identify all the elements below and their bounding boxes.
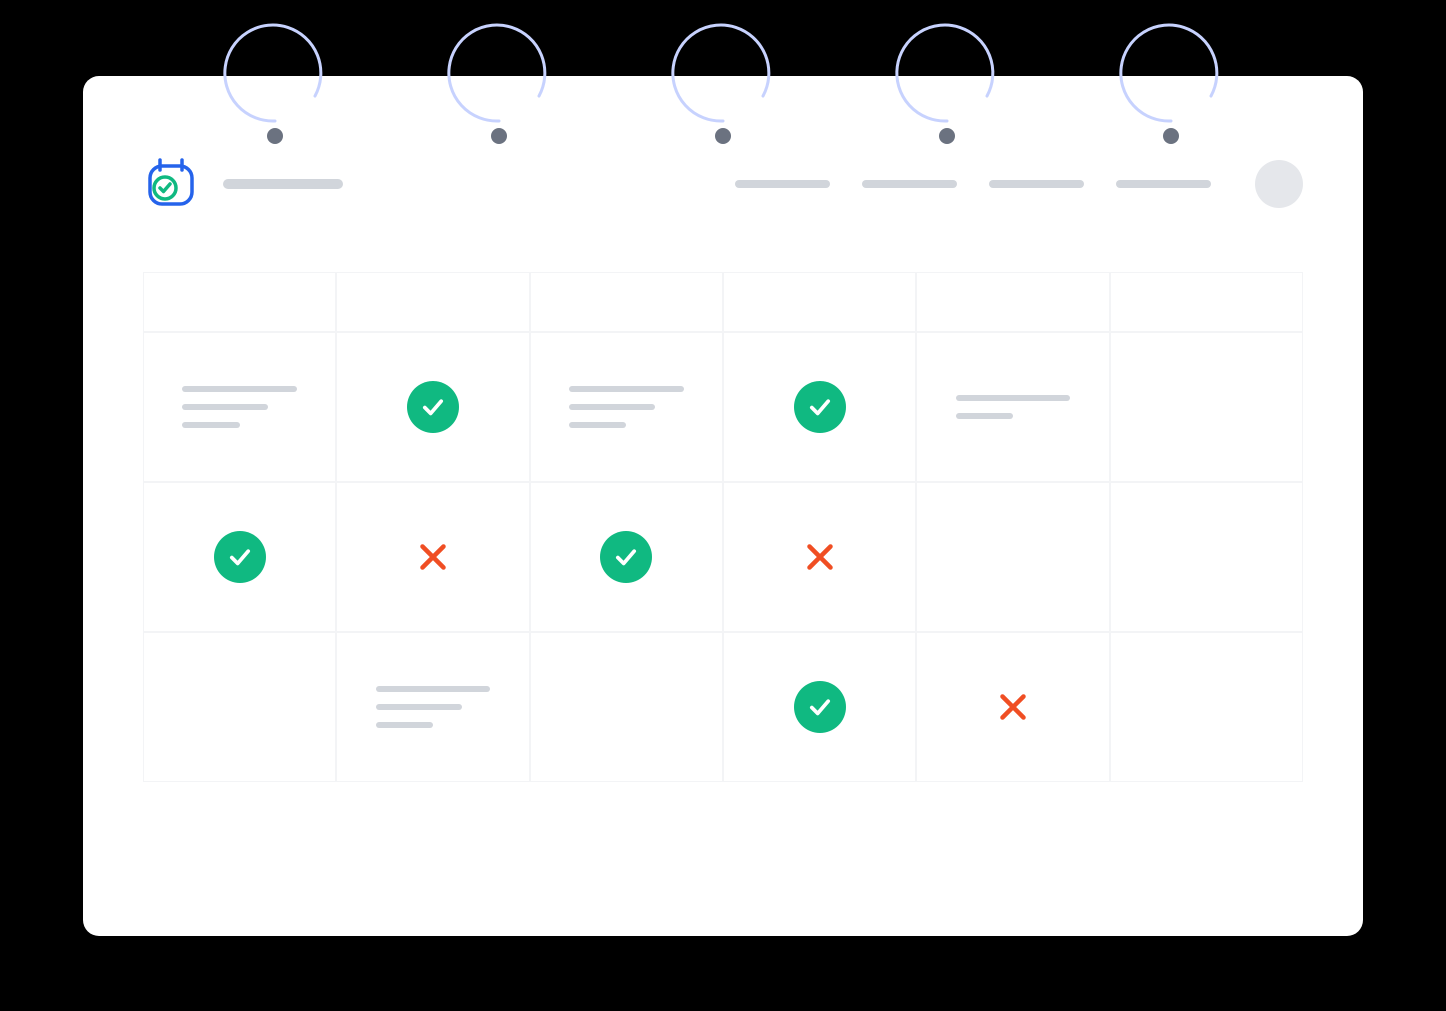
grid-cell[interactable] xyxy=(723,632,916,782)
text-line-placeholder xyxy=(569,404,655,410)
text-line-placeholder xyxy=(956,395,1071,401)
calendar-card xyxy=(83,76,1363,936)
grid-cell[interactable] xyxy=(336,272,529,332)
grid-cell[interactable] xyxy=(530,632,723,782)
text-line-placeholder xyxy=(956,413,1013,419)
text-line-placeholder xyxy=(569,386,684,392)
text-line-placeholder xyxy=(376,686,491,692)
text-placeholder xyxy=(569,386,684,428)
spiral-ring-icon xyxy=(439,6,559,126)
grid-data-row xyxy=(143,482,1303,632)
x-mark-icon xyxy=(415,539,451,575)
grid-cell[interactable] xyxy=(916,632,1109,782)
header-nav xyxy=(735,180,1211,188)
text-line-placeholder xyxy=(182,404,268,410)
grid-cell[interactable] xyxy=(723,332,916,482)
grid-cell[interactable] xyxy=(143,332,336,482)
grid-cell[interactable] xyxy=(1110,632,1303,782)
text-line-placeholder xyxy=(182,386,297,392)
spiral-ring-icon xyxy=(887,6,1007,126)
spiral-ring-icon xyxy=(1111,6,1231,126)
calendar-check-logo-icon xyxy=(143,156,199,212)
grid-cell[interactable] xyxy=(530,482,723,632)
text-placeholder xyxy=(182,386,297,428)
user-avatar[interactable] xyxy=(1255,160,1303,208)
grid-cell[interactable] xyxy=(336,632,529,782)
brand-text-placeholder xyxy=(223,179,343,189)
grid-data-row xyxy=(143,332,1303,482)
grid-cell[interactable] xyxy=(1110,272,1303,332)
text-line-placeholder xyxy=(376,722,433,728)
grid-cell[interactable] xyxy=(143,632,336,782)
check-circle-icon xyxy=(407,381,459,433)
check-circle-icon xyxy=(214,531,266,583)
text-line-placeholder xyxy=(376,704,462,710)
grid-cell[interactable] xyxy=(916,272,1109,332)
text-line-placeholder xyxy=(182,422,239,428)
calendar-card-wrapper xyxy=(83,76,1363,936)
grid-cell[interactable] xyxy=(1110,482,1303,632)
text-placeholder xyxy=(376,686,491,728)
grid-cell[interactable] xyxy=(336,482,529,632)
grid-cell[interactable] xyxy=(336,332,529,482)
grid-data-row xyxy=(143,632,1303,782)
nav-item-1[interactable] xyxy=(735,180,830,188)
text-placeholder xyxy=(956,395,1071,419)
nav-item-3[interactable] xyxy=(989,180,1084,188)
nav-item-4[interactable] xyxy=(1116,180,1211,188)
spiral-ring-icon xyxy=(663,6,783,126)
calendar-grid xyxy=(143,272,1303,782)
grid-cell[interactable] xyxy=(530,272,723,332)
nav-item-2[interactable] xyxy=(862,180,957,188)
grid-cell[interactable] xyxy=(916,332,1109,482)
grid-cell[interactable] xyxy=(143,482,336,632)
check-circle-icon xyxy=(794,681,846,733)
check-circle-icon xyxy=(600,531,652,583)
grid-cell[interactable] xyxy=(1110,332,1303,482)
text-line-placeholder xyxy=(569,422,626,428)
x-mark-icon xyxy=(995,689,1031,725)
grid-cell[interactable] xyxy=(723,482,916,632)
grid-cell[interactable] xyxy=(723,272,916,332)
spiral-ring-icon xyxy=(215,6,335,126)
grid-cell[interactable] xyxy=(143,272,336,332)
app-header xyxy=(143,156,1303,212)
x-mark-icon xyxy=(802,539,838,575)
grid-header-row xyxy=(143,272,1303,332)
grid-cell[interactable] xyxy=(530,332,723,482)
check-circle-icon xyxy=(794,381,846,433)
grid-cell[interactable] xyxy=(916,482,1109,632)
spiral-binding xyxy=(83,6,1363,126)
